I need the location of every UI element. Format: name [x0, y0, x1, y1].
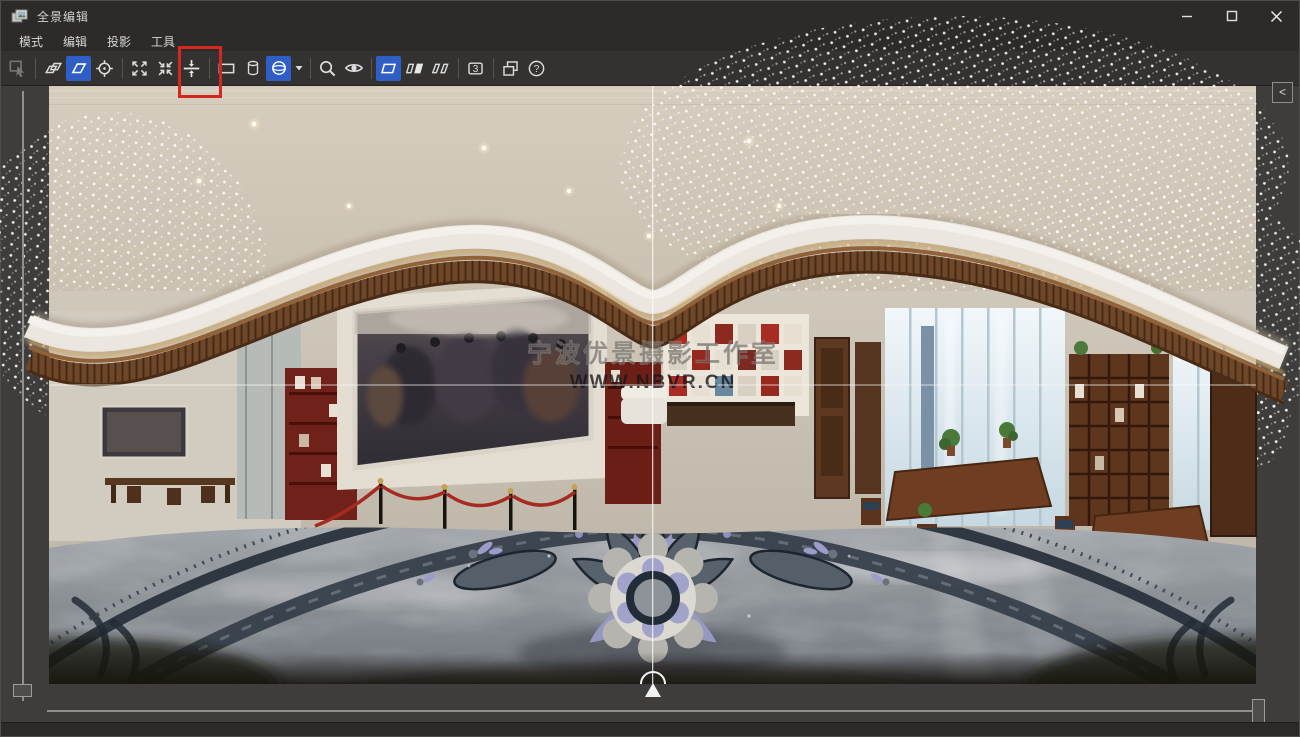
- center-marker-triangle[interactable]: [645, 683, 661, 697]
- projection-options-button[interactable]: [292, 56, 305, 81]
- numbered-pane-icon: 3: [466, 59, 485, 78]
- window-title: 全景编辑: [37, 8, 89, 25]
- menu-mode[interactable]: 模式: [9, 33, 53, 50]
- double-parallelogram-icon: [44, 59, 62, 77]
- toolbar-separator: [371, 58, 372, 79]
- dropdown-caret-icon: [294, 63, 304, 73]
- panel-collapse-button[interactable]: <: [1272, 82, 1293, 103]
- panorama-editor-window: 全景编辑 模式 编辑 投影 工具: [0, 0, 1300, 737]
- toolbar-separator: [209, 58, 210, 79]
- menu-tools[interactable]: 工具: [141, 33, 185, 50]
- question-mark-icon: ?: [527, 59, 546, 78]
- menu-edit[interactable]: 编辑: [53, 33, 97, 50]
- sphere-icon: [270, 59, 288, 77]
- book-view-button[interactable]: [428, 56, 453, 81]
- split-view-button[interactable]: [402, 56, 427, 81]
- maximize-icon: [1226, 10, 1238, 22]
- panorama-canvas[interactable]: 宁波优景摄影工作室 WWW.NBVR.CN: [49, 86, 1256, 684]
- facing-pages-icon: [431, 59, 450, 78]
- single-view-button[interactable]: [376, 56, 401, 81]
- center-point-button[interactable]: [92, 56, 117, 81]
- horizontal-slider-track[interactable]: [47, 710, 1259, 712]
- crosshair-target-icon: [95, 59, 114, 78]
- help-button[interactable]: ?: [524, 56, 549, 81]
- flat-view-button[interactable]: [214, 56, 239, 81]
- zoom-tool-button[interactable]: [315, 56, 340, 81]
- one-pane-icon: [379, 59, 398, 78]
- arrows-expand-icon: [130, 59, 149, 78]
- maximize-button[interactable]: [1209, 1, 1254, 31]
- vertical-center-icon: [182, 59, 201, 78]
- close-button[interactable]: [1254, 1, 1299, 31]
- triple-view-button[interactable]: 3: [463, 56, 488, 81]
- eye-icon: [344, 58, 364, 78]
- stacked-projection-button[interactable]: [40, 56, 65, 81]
- two-pane-icon: [405, 59, 424, 78]
- horizontal-slider-handle[interactable]: [1252, 699, 1265, 723]
- magnifier-icon: [318, 59, 337, 78]
- flatten-horizon-button[interactable]: [179, 56, 204, 81]
- svg-text:3: 3: [473, 64, 479, 75]
- status-bar: [1, 722, 1299, 736]
- parallelogram-icon: [70, 59, 88, 77]
- menu-projection[interactable]: 投影: [97, 33, 141, 50]
- toolbar-separator: [310, 58, 311, 79]
- expand-fit-button[interactable]: [127, 56, 152, 81]
- vertical-slider-track[interactable]: [22, 91, 24, 701]
- shrink-fit-button[interactable]: [153, 56, 178, 81]
- cascade-windows-icon: [501, 59, 520, 78]
- panorama-image[interactable]: 宁波优景摄影工作室 WWW.NBVR.CN: [49, 86, 1256, 684]
- preview-button[interactable]: [341, 56, 366, 81]
- vertical-slider-handle[interactable]: [13, 684, 32, 697]
- arrows-collapse-icon: [156, 59, 175, 78]
- cylinder-icon: [244, 59, 262, 77]
- toolbar-separator: [493, 58, 494, 79]
- select-tool-button[interactable]: [5, 56, 30, 81]
- sphere-view-button[interactable]: [266, 56, 291, 81]
- minimize-button[interactable]: [1164, 1, 1209, 31]
- minimize-icon: [1181, 10, 1193, 22]
- toolbar-separator: [122, 58, 123, 79]
- close-icon: [1270, 10, 1283, 23]
- arrange-windows-button[interactable]: [498, 56, 523, 81]
- bookshelf: [1069, 341, 1169, 526]
- toolbar-separator: [458, 58, 459, 79]
- cylinder-view-button[interactable]: [240, 56, 265, 81]
- panorama-projection-button[interactable]: [66, 56, 91, 81]
- panorama-app-icon: [11, 9, 28, 24]
- rectangle-icon: [217, 59, 236, 78]
- title-bar: 全景编辑: [1, 1, 1299, 31]
- svg-text:?: ?: [534, 64, 540, 75]
- toolbar-separator: [35, 58, 36, 79]
- cursor-select-icon: [8, 59, 27, 78]
